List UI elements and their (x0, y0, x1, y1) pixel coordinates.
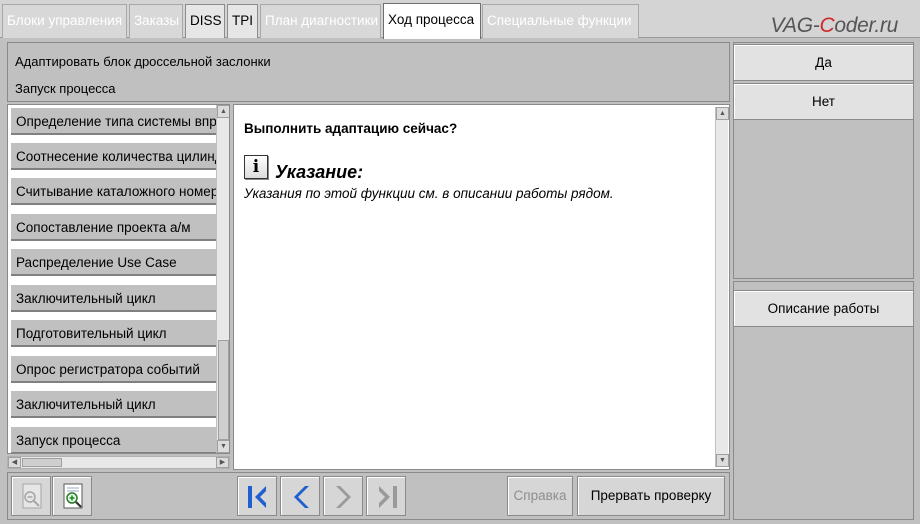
work-description-button[interactable]: Описание работы (733, 290, 914, 327)
process-subtitle: Запуск процесса (15, 81, 116, 96)
step-list-horizontal-scrollbar[interactable]: ◀ ▶ (7, 456, 230, 469)
chevron-right-icon (336, 486, 351, 508)
first-step-icon (248, 486, 266, 508)
tab-orders[interactable]: Заказы (129, 4, 183, 38)
scroll-left-icon[interactable]: ◀ (8, 457, 21, 468)
help-button[interactable]: Справка (507, 476, 573, 516)
watermark-logo: VAG-Coder.ru (770, 14, 898, 37)
step-item[interactable]: Запуск процесса (11, 426, 223, 453)
zoom-in-icon (63, 483, 83, 509)
tab-diagnostic-plan[interactable]: План диагностики (260, 4, 381, 38)
question-text: Выполнить адаптацию сейчас? (244, 121, 458, 136)
scroll-up-icon[interactable]: ▲ (716, 107, 729, 120)
scroll-down-icon[interactable]: ▼ (217, 440, 229, 453)
yes-button[interactable]: Да (733, 44, 914, 81)
previous-step-button[interactable] (280, 476, 320, 516)
step-item[interactable]: Заключительный цикл (11, 390, 223, 418)
step-item[interactable]: Сопоставление проекта а/м (11, 213, 223, 241)
content-vertical-scrollbar[interactable]: ▲ ▼ (715, 107, 729, 467)
chevron-left-icon (294, 486, 309, 508)
process-header: Адаптировать блок дроссельной заслонки З… (7, 42, 730, 102)
step-item[interactable]: Распределение Use Case (11, 248, 223, 276)
note-text: Указания по этой функции см. в описании … (244, 186, 614, 201)
note-title: Указание: (275, 162, 364, 182)
step-list: Определение типа системы впрыска Соотнес… (7, 104, 230, 454)
scroll-thumb[interactable] (218, 340, 229, 440)
scroll-up-icon[interactable]: ▲ (217, 105, 229, 118)
process-title: Адаптировать блок дроссельной заслонки (15, 54, 271, 69)
first-step-button[interactable] (237, 476, 277, 516)
scroll-thumb[interactable] (22, 458, 62, 467)
info-icon: i (244, 155, 268, 179)
scroll-right-icon[interactable]: ▶ (216, 457, 229, 468)
tab-bar: Блоки управления Заказы DISS TPI План ди… (0, 0, 920, 39)
abort-test-button[interactable]: Прервать проверку (577, 476, 725, 516)
bottom-toolbar: Справка Прервать проверку (7, 472, 730, 520)
last-step-icon (379, 486, 397, 508)
step-item[interactable]: Подготовительный цикл (11, 319, 223, 347)
zoom-out-button[interactable] (11, 476, 51, 516)
zoom-in-button[interactable] (52, 476, 92, 516)
tab-control-units[interactable]: Блоки управления (2, 4, 127, 38)
step-list-vertical-scrollbar[interactable]: ▲ ▼ (216, 105, 229, 453)
tab-special-functions[interactable]: Специальные функции (482, 4, 639, 38)
step-item[interactable]: Считывание каталожного номера (11, 177, 223, 205)
scroll-down-icon[interactable]: ▼ (716, 454, 729, 467)
step-item[interactable]: Заключительный цикл (11, 284, 223, 312)
instruction-panel: Выполнить адаптацию сейчас? i Указание: … (233, 104, 730, 470)
step-item[interactable]: Соотнесение количества цилиндров (11, 142, 223, 170)
zoom-out-icon (22, 483, 42, 509)
step-item[interactable]: Определение типа системы впрыска (11, 107, 223, 135)
tab-diss[interactable]: DISS (185, 4, 225, 38)
next-step-button[interactable] (323, 476, 363, 516)
last-step-button[interactable] (366, 476, 406, 516)
tab-tpi[interactable]: TPI (227, 4, 258, 38)
step-item[interactable]: Опрос регистратора событий (11, 355, 223, 383)
no-button[interactable]: Нет (733, 83, 914, 120)
tab-process-flow[interactable]: Ход процесса (383, 3, 481, 39)
